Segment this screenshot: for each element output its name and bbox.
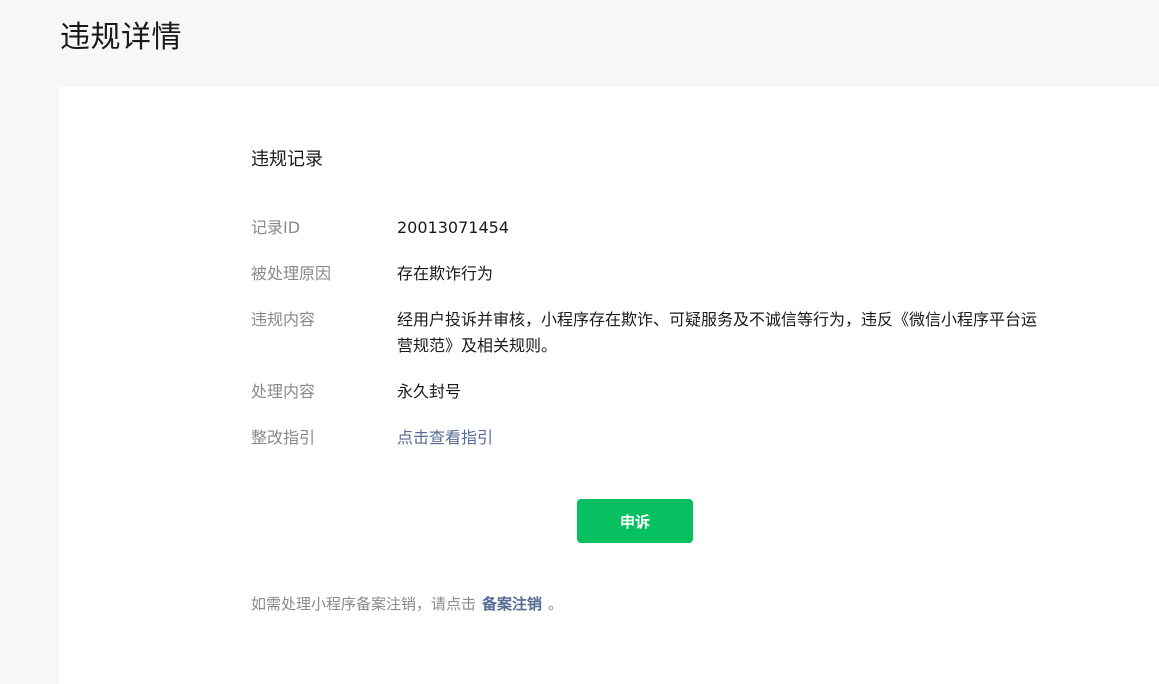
filing-cancel-link[interactable]: 备案注销 (482, 595, 542, 613)
footer-note-suffix: 。 (548, 595, 564, 613)
penalty-row: 处理内容 永久封号 (251, 379, 1041, 405)
footer-note-prefix: 如需处理小程序备案注销，请点击 (251, 595, 477, 613)
record-id-row: 记录ID 20013071454 (251, 215, 1041, 241)
appeal-button[interactable]: 申诉 (577, 499, 693, 543)
violation-content-label: 违规内容 (251, 310, 316, 329)
penalty-label: 处理内容 (251, 382, 316, 401)
footer-note: 如需处理小程序备案注销，请点击 备案注销。 (251, 592, 563, 616)
guide-row: 整改指引 点击查看指引 (251, 425, 1041, 451)
violation-content-row: 违规内容 经用户投诉并审核，小程序存在欺诈、可疑服务及不诚信等行为，违反《微信小… (251, 307, 1041, 359)
view-guide-link[interactable]: 点击查看指引 (397, 425, 1037, 451)
violation-content-value: 经用户投诉并审核，小程序存在欺诈、可疑服务及不诚信等行为，违反《微信小程序平台运… (397, 310, 1038, 355)
record-id-value: 20013071454 (397, 218, 509, 237)
penalty-value: 永久封号 (397, 382, 462, 401)
record-id-label: 记录ID (251, 218, 301, 237)
section-title: 违规记录 (251, 149, 323, 170)
page-title: 违规详情 (60, 20, 182, 55)
reason-row: 被处理原因 存在欺诈行为 (251, 261, 1041, 287)
guide-label: 整改指引 (251, 428, 316, 447)
violation-detail-card: 违规记录 记录ID 20013071454 被处理原因 存在欺诈行为 违规内容 … (59, 87, 1159, 684)
reason-value: 存在欺诈行为 (397, 264, 494, 283)
violation-info-list: 记录ID 20013071454 被处理原因 存在欺诈行为 违规内容 经用户投诉… (251, 215, 1041, 471)
reason-label: 被处理原因 (251, 264, 332, 283)
